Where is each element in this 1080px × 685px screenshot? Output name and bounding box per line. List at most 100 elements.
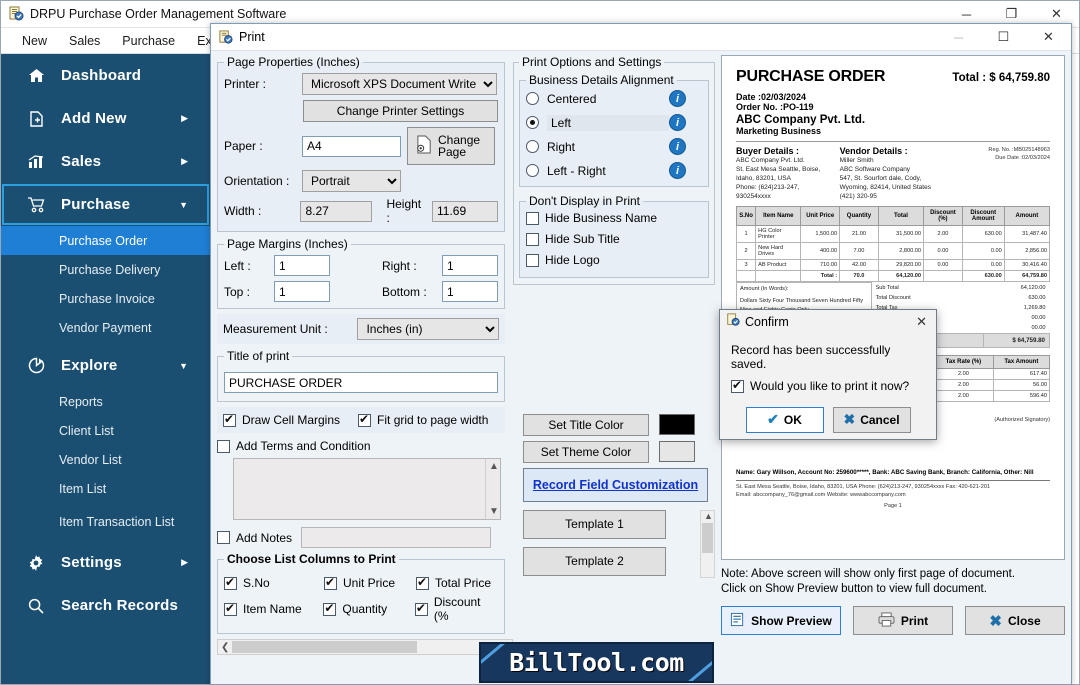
add-terms-checkbox[interactable]: Add Terms and Condition — [217, 439, 371, 453]
close-button[interactable]: ✖ Close — [965, 606, 1065, 635]
scroll-thumb[interactable] — [232, 641, 418, 653]
margin-right-input[interactable] — [442, 255, 498, 276]
show-preview-button[interactable]: Show Preview — [721, 606, 841, 635]
confirm-ok-button[interactable]: ✔ OK — [745, 406, 824, 433]
confirm-cancel-button[interactable]: ✖ Cancel — [832, 406, 911, 433]
column-unit-price-checkbox[interactable]: Unit Price — [324, 575, 416, 590]
sidebar-item-purchase-delivery[interactable]: Purchase Delivery — [1, 255, 210, 284]
width-input[interactable] — [300, 200, 373, 222]
sidebar-item-sales[interactable]: Sales ▶ — [1, 140, 210, 183]
printer-label: Printer : — [224, 77, 267, 91]
table-row: 2 New Hard Drives 400.00 7.00 2,800.00 0… — [735, 242, 1051, 260]
confirm-buttons: ✔ OK ✖ Cancel — [720, 406, 936, 433]
record-field-customization-link[interactable]: Record Field Customization — [533, 478, 698, 492]
scroll-thumb[interactable] — [702, 522, 713, 553]
info-icon[interactable]: i — [669, 138, 686, 155]
notes-input[interactable] — [301, 527, 492, 548]
margin-left-label: Left : — [224, 258, 251, 273]
sidebar-item-item-list[interactable]: Item List — [1, 474, 210, 503]
column-total-price-checkbox[interactable]: Total Price — [416, 575, 491, 590]
set-title-color-button[interactable]: Set Title Color — [523, 413, 649, 436]
print-options-group: Print Options and Settings Business Deta… — [513, 55, 715, 285]
alignment-option-right[interactable]: Right i — [526, 138, 702, 155]
sidebar-item-vendor-list[interactable]: Vendor List — [1, 445, 210, 474]
confirm-print-now-checkbox[interactable]: Would you like to print it now? — [731, 378, 909, 393]
sidebar-item-client-list[interactable]: Client List — [1, 416, 210, 445]
sidebar-item-purchase[interactable]: Purchase ▼ — [1, 183, 210, 226]
fit-grid-checkbox[interactable]: Fit grid to page width — [358, 412, 488, 427]
alignment-option-centered[interactable]: Centered i — [526, 90, 702, 107]
sidebar-item-purchase-invoice[interactable]: Purchase Invoice — [1, 284, 210, 313]
preview-buyer-heading: Buyer Details : — [736, 146, 800, 156]
record-field-customization-box[interactable]: Record Field Customization — [523, 467, 708, 502]
theme-color-swatch[interactable] — [659, 441, 695, 462]
orientation-select[interactable]: Portrait — [302, 170, 401, 192]
alignment-option-left[interactable]: Left i — [526, 114, 702, 131]
cell-blank — [755, 270, 802, 282]
preview-vendor-line-1: Miller Smith — [839, 157, 874, 164]
sidebar-item-vendor-payment[interactable]: Vendor Payment — [1, 313, 210, 342]
add-notes-checkbox[interactable]: Add Notes — [217, 531, 292, 545]
checkbox-icon — [217, 439, 230, 453]
column-quantity-checkbox[interactable]: Quantity — [323, 601, 414, 616]
column-discount-checkbox[interactable]: Discount (% — [414, 595, 498, 623]
menu-item-purchase[interactable]: Purchase — [111, 31, 186, 51]
terms-scrollbar[interactable]: ▲ ▼ — [485, 459, 500, 519]
menu-item-new[interactable]: New — [11, 31, 58, 51]
paper-label: Paper : — [224, 139, 263, 153]
sidebar-label-settings: Settings — [61, 554, 122, 571]
column-sno-checkbox[interactable]: S.No — [224, 575, 324, 590]
template-1-button[interactable]: Template 1 — [523, 509, 666, 539]
sidebar-item-reports[interactable]: Reports — [1, 387, 210, 416]
sidebar-item-purchase-order[interactable]: Purchase Order — [1, 226, 210, 255]
print-button[interactable]: Print — [853, 606, 953, 635]
change-printer-settings-button[interactable]: Change Printer Settings — [303, 100, 498, 122]
terms-textarea[interactable]: ▲ ▼ — [233, 458, 501, 520]
scroll-up-icon[interactable]: ▲ — [704, 511, 713, 521]
change-page-button[interactable]: Change Page — [407, 127, 495, 165]
menu-item-sales[interactable]: Sales — [58, 31, 111, 51]
draw-cell-margins-checkbox[interactable]: Draw Cell Margins — [223, 412, 340, 427]
column-item-name-checkbox[interactable]: Item Name — [224, 601, 323, 616]
columns-legend: Choose List Columns to Print — [227, 552, 396, 566]
info-icon[interactable]: i — [669, 114, 686, 131]
print-maximize-button[interactable]: ☐ — [981, 24, 1026, 51]
margin-left-input[interactable] — [274, 255, 330, 276]
app-logo-icon — [8, 6, 24, 22]
template-2-button[interactable]: Template 2 — [523, 546, 666, 576]
sidebar-item-item-transaction-list[interactable]: Item Transaction List — [1, 503, 210, 541]
sidebar-item-add-new[interactable]: Add New ▶ — [1, 97, 210, 140]
height-input[interactable] — [432, 200, 498, 222]
sidebar-item-settings[interactable]: Settings ▶ — [1, 541, 210, 584]
preview-bank-line: Name: Gary Willson, Account No: 259600**… — [736, 468, 1034, 476]
measurement-unit-select[interactable]: Inches (in) — [357, 318, 499, 340]
hide-sub-title-checkbox[interactable]: Hide Sub Title — [526, 232, 620, 246]
cell-item-name: New Hard Drives — [755, 242, 802, 260]
margin-top-input[interactable] — [274, 281, 330, 302]
column-item-name-label: Item Name — [243, 602, 302, 616]
hide-logo-label: Hide Logo — [545, 253, 600, 267]
alignment-option-left-right[interactable]: Left - Right i — [526, 162, 702, 179]
cell-unit-price: 400.00 — [800, 242, 841, 260]
horizontal-scrollbar[interactable]: ❮ — [217, 639, 513, 655]
print-close-button[interactable]: ✕ — [1026, 24, 1071, 51]
templates-scrollbar[interactable]: ▲ — [700, 509, 715, 578]
scroll-left-icon[interactable]: ❮ — [218, 642, 232, 653]
sidebar-item-search-records[interactable]: Search Records — [1, 584, 210, 627]
confirm-close-icon[interactable]: ✕ — [907, 314, 936, 330]
title-color-swatch[interactable] — [659, 414, 695, 435]
printer-select[interactable]: Microsoft XPS Document Write — [302, 73, 497, 95]
info-icon[interactable]: i — [669, 90, 686, 107]
margin-bottom-input[interactable] — [442, 281, 498, 302]
set-theme-color-button[interactable]: Set Theme Color — [523, 440, 649, 463]
sidebar-item-dashboard[interactable]: Dashboard — [1, 54, 210, 97]
print-minimize-button[interactable]: ─ — [936, 24, 981, 51]
alignment-group: Business Details Alignment Centered i Le… — [519, 73, 709, 187]
info-icon[interactable]: i — [669, 162, 686, 179]
title-of-print-input[interactable] — [224, 372, 498, 393]
paper-input[interactable] — [302, 135, 401, 157]
page-settings-column: Page Properties (Inches) Printer : Micro… — [211, 51, 513, 684]
hide-logo-checkbox[interactable]: Hide Logo — [526, 253, 600, 267]
hide-business-name-checkbox[interactable]: Hide Business Name — [526, 211, 657, 225]
sidebar-item-explore[interactable]: Explore ▼ — [1, 344, 210, 387]
